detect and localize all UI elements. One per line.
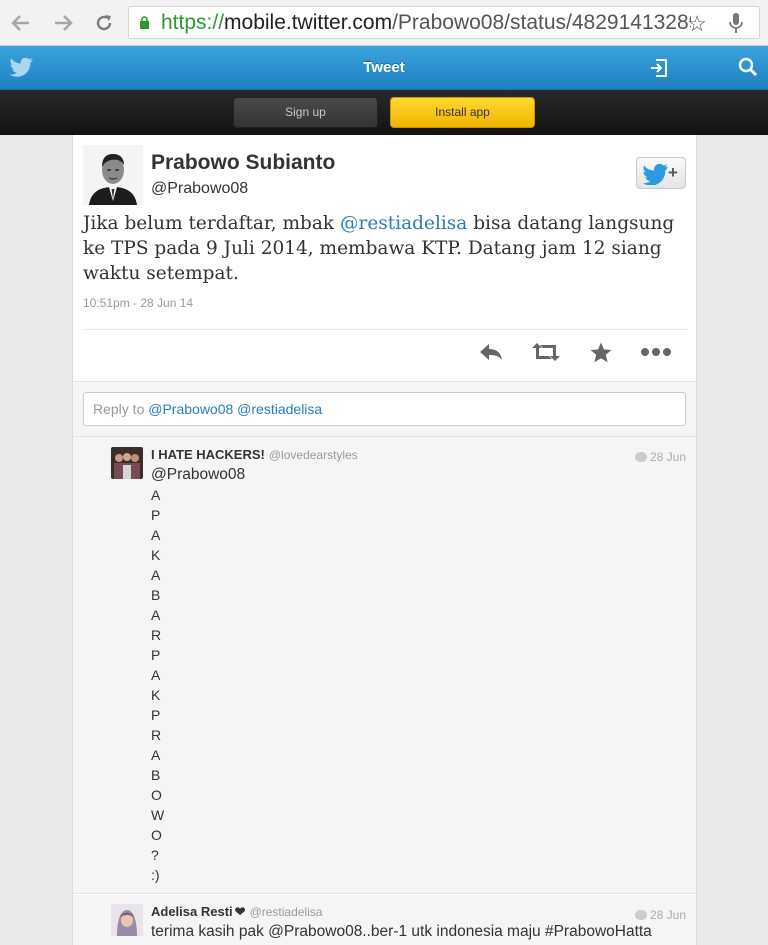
plus-icon: + [668,163,678,182]
reply-date[interactable]: 28 Jun [634,450,686,464]
heart-icon: ❤ [234,904,246,919]
reply-text: terima kasih pak @Prabowo08..ber-1 utk i… [151,923,652,940]
reply-letter: R [151,727,162,743]
tweet-text: Jika belum terdaftar, mbak @restiadelisa… [83,211,688,286]
reply-letter: A [151,747,161,763]
back-arrow-icon[interactable] [6,8,36,38]
reply-letter: K [151,687,161,703]
url-host: mobile.twitter.com [224,11,393,34]
reply-letter: O [151,827,162,843]
reply-date-text: 28 Jun [649,908,686,922]
reply-letter: A [151,667,161,683]
reply-tweet[interactable]: Adelisa Resti ❤ @restiadelisa 28 Jun terim… [73,895,696,945]
reply-letter: A [151,527,161,543]
microphone-icon[interactable] [729,13,743,33]
reply-letter: B [151,767,161,783]
address-bar[interactable]: https://mobile.twitter.com/Prabowo08/sta… [128,6,760,39]
reply-input[interactable]: Reply to @Prabowo08 @restiadelisa [83,392,686,426]
reply-mentions: @Prabowo08 @restiadelisa [148,401,323,417]
url-scheme: https:// [161,11,225,34]
follow-button[interactable]: + [636,157,686,189]
reply-letter: :) [151,867,160,883]
install-app-button[interactable]: Install app [390,97,535,128]
author-name[interactable]: Prabowo Subianto [151,151,335,175]
tweet-timestamp[interactable]: 10:51pm - 28 Jun 14 [83,296,193,310]
reply-letter: A [151,607,161,623]
reply-avatar[interactable] [111,904,143,936]
reply-prefix: Reply to [93,401,149,417]
author-handle[interactable]: @Prabowo08 [151,180,248,198]
reload-icon[interactable] [89,8,119,38]
reply-avatar[interactable] [111,447,143,479]
search-icon[interactable] [738,57,758,77]
reply-section: Reply to @Prabowo08 @restiadelisa [73,381,696,437]
more-options-icon[interactable] [639,339,673,365]
twitter-header: Tweet [0,46,768,90]
reply-text: @Prabowo08 [151,466,246,483]
url-path: /Prabowo08/status/48291413289 [392,11,691,34]
retweet-icon[interactable] [529,339,563,365]
reply-letter: K [151,547,161,563]
divider [83,329,688,330]
tweet-mention-link[interactable]: @restiadelisa [340,213,467,234]
comment-bubble-icon [634,452,647,462]
reply-letter: A [151,487,161,503]
browser-toolbar: https://mobile.twitter.com/Prabowo08/sta… [0,0,768,46]
signup-button[interactable]: Sign up [233,97,378,128]
reply-letter: P [151,707,161,723]
reply-letter: R [151,627,162,643]
lock-icon [140,16,149,29]
reply-author-name: Adelisa Resti [151,904,233,919]
reply-letter: W [151,807,165,823]
url-text: https://mobile.twitter.com/Prabowo08/sta… [161,11,691,35]
reply-letter: P [151,647,161,663]
favorite-star-icon[interactable] [584,339,618,365]
reply-letter: ? [151,847,159,863]
reply-letter: B [151,587,161,603]
reply-author[interactable]: Adelisa Resti ❤ @restiadelisa [151,904,322,920]
signup-bar: Sign up Install app [0,90,768,135]
forward-arrow-icon[interactable] [48,8,78,38]
author-avatar[interactable] [83,145,143,205]
reply-author-name: I HATE HACKERS! [151,447,265,462]
reply-tweet[interactable]: I HATE HACKERS! @lovedearstyles 28 Jun @P… [73,437,696,894]
reply-icon[interactable] [474,339,508,365]
comment-bubble-icon [634,910,647,920]
reply-author-handle: @restiadelisa [249,905,323,919]
reply-letter: O [151,787,162,803]
reply-letter: P [151,507,161,523]
reply-letter: A [151,567,161,583]
login-icon[interactable] [649,58,669,78]
reply-author[interactable]: I HATE HACKERS! @lovedearstyles [151,447,358,462]
reply-date[interactable]: 28 Jun [634,908,686,922]
tweet-text-start: Jika belum terdaftar, mbak [83,213,340,234]
twitter-bird-icon [643,163,668,185]
bookmark-star-icon[interactable]: ☆ [687,11,707,37]
reply-date-text: 28 Jun [649,450,686,464]
tweet-detail: Prabowo Subianto @Prabowo08 + Jika belum… [72,135,697,945]
reply-letters: A P A K A B A R P A K P R A B O W O ? :) [151,485,164,885]
reply-author-handle: @lovedearstyles [268,448,358,462]
